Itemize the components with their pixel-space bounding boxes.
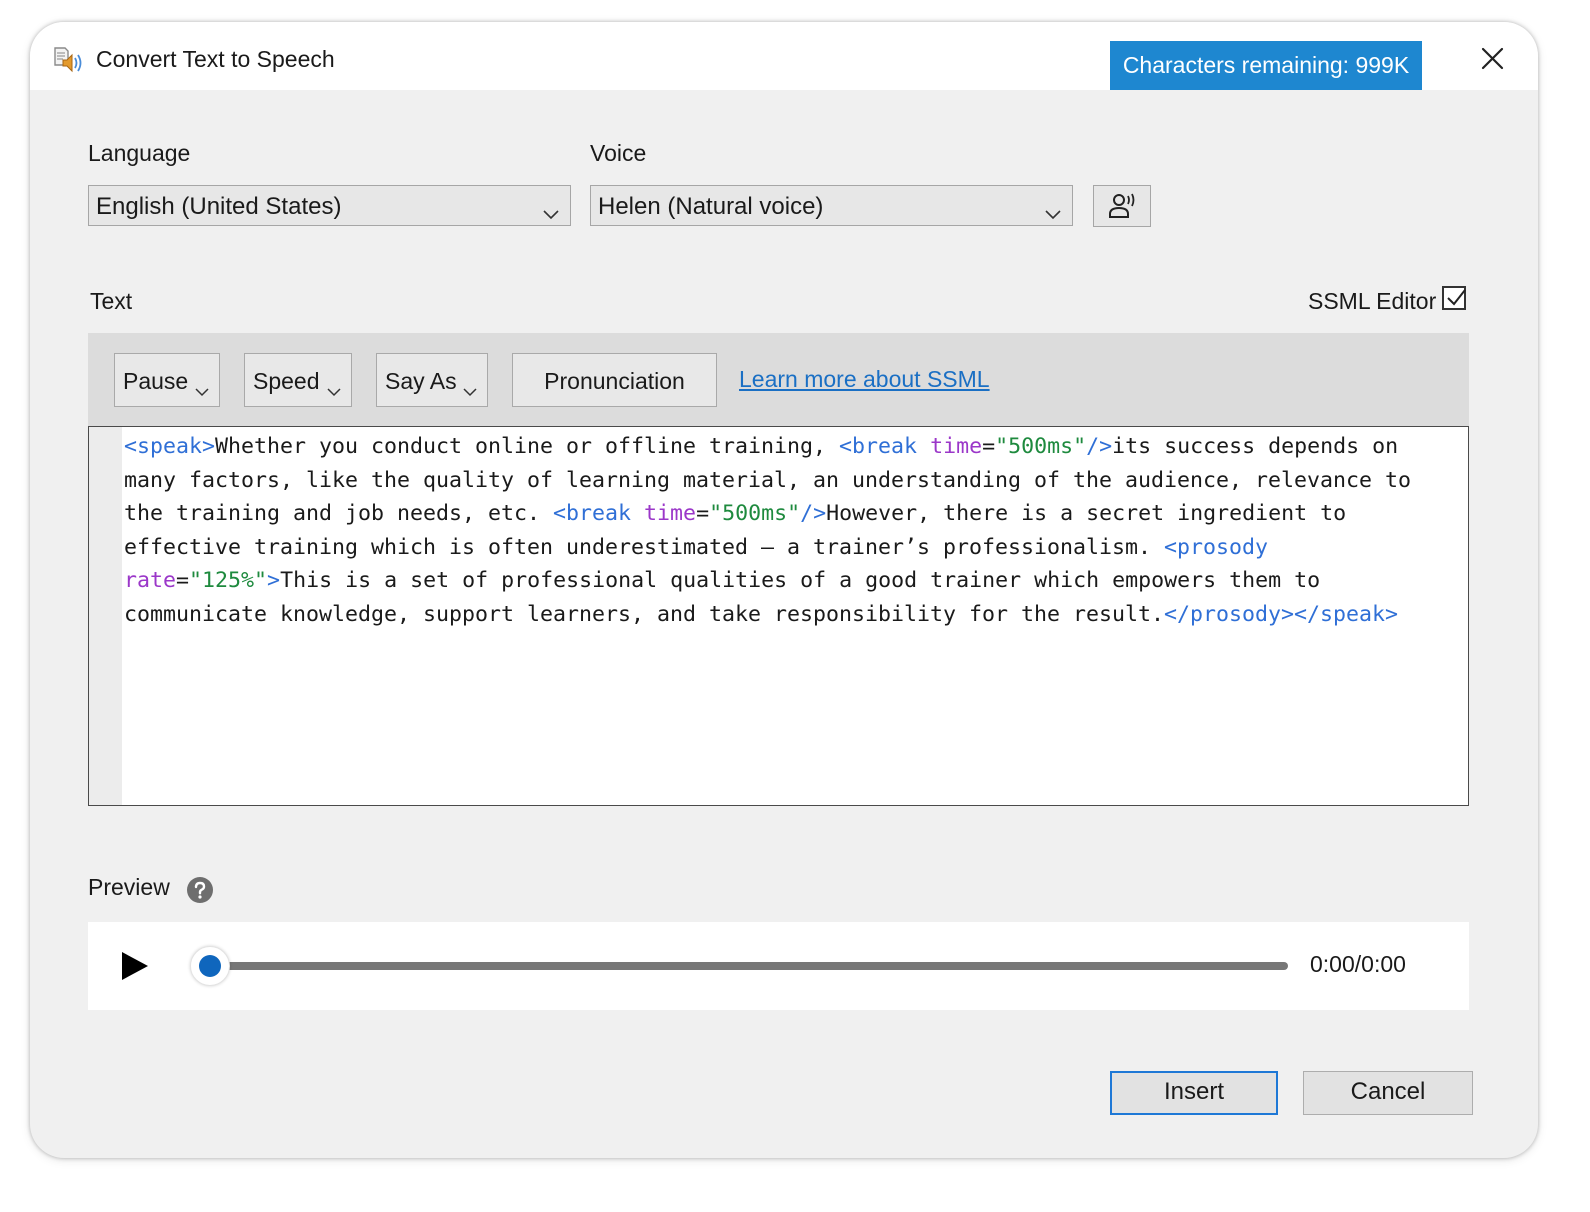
pause-label: Pause [123, 368, 189, 394]
pronunciation-button[interactable]: Pronunciation [512, 353, 717, 407]
play-icon [118, 952, 152, 987]
speaker-icon [52, 44, 86, 74]
play-button[interactable] [118, 949, 152, 983]
close-icon [1470, 40, 1514, 80]
code-token: <break [839, 434, 931, 459]
seek-bar[interactable] [190, 946, 1288, 986]
code-token: time [644, 501, 697, 526]
voice-dropdown[interactable]: Helen (Natural voice) [590, 185, 1073, 226]
chevron-down-icon [1044, 199, 1062, 220]
say-as-dropdown-button[interactable]: Say As [376, 353, 488, 407]
code-token: /> [1086, 434, 1113, 459]
help-icon[interactable] [186, 876, 214, 904]
text-label: Text [90, 288, 133, 314]
pause-dropdown-button[interactable]: Pause [114, 353, 220, 407]
voice-selected: Helen (Natural voice) [598, 193, 824, 220]
chevron-down-icon [195, 376, 209, 397]
insert-button[interactable]: Insert [1110, 1071, 1278, 1115]
code-token: "500ms" [709, 501, 801, 526]
voice-settings-button[interactable] [1093, 185, 1151, 227]
code-token: "500ms" [995, 434, 1087, 459]
chevron-down-icon [463, 376, 477, 397]
code-token: rate [124, 568, 177, 593]
characters-remaining-badge: Characters remaining: 999K [1110, 41, 1422, 90]
code-token: </prosody></speak> [1164, 601, 1399, 627]
tts-dialog: Convert Text to Speech Characters remain… [30, 22, 1538, 1158]
code-token: = [176, 568, 190, 593]
code-token: <prosody [1164, 534, 1282, 560]
cancel-button[interactable]: Cancel [1303, 1071, 1473, 1115]
code-token: Whether you conduct online or offline tr… [215, 434, 840, 459]
code-token: <speak> [124, 434, 216, 459]
code-token: = [982, 434, 996, 459]
window-title: Convert Text to Speech [96, 46, 335, 72]
audio-player: 0:00/0:00 [88, 922, 1469, 1010]
ssml-toolbar: Pause Speed Say As Pronunciation Learn m… [88, 333, 1469, 426]
pronunciation-label: Pronunciation [544, 368, 685, 394]
code-token: "125%" [189, 568, 268, 593]
code-token: <break [553, 501, 645, 526]
chevron-down-icon [327, 376, 341, 397]
speed-label: Speed [253, 368, 320, 394]
editor-gutter [89, 427, 122, 805]
ssml-text-editor[interactable]: <speak>Whether you conduct online or off… [88, 426, 1469, 806]
ssml-editor-label: SSML Editor [1308, 288, 1437, 314]
code-token: = [696, 501, 710, 526]
speed-dropdown-button[interactable]: Speed [244, 353, 352, 407]
language-dropdown[interactable]: English (United States) [88, 185, 571, 226]
time-display: 0:00/0:00 [1310, 951, 1406, 977]
code-token: /> [800, 501, 827, 526]
voice-label: Voice [590, 140, 647, 166]
ssml-code: <speak>Whether you conduct online or off… [124, 430, 1454, 631]
title-bar: Convert Text to Speech Characters remain… [30, 22, 1538, 90]
code-token: > [267, 568, 281, 593]
code-token: This is a set of professional qualities … [124, 568, 1334, 627]
chevron-down-icon [542, 199, 560, 220]
say-as-label: Say As [385, 368, 457, 394]
seek-thumb[interactable] [190, 946, 230, 986]
preview-label: Preview [88, 874, 170, 900]
close-button[interactable] [1470, 40, 1514, 80]
learn-more-ssml-link[interactable]: Learn more about SSML [739, 366, 990, 393]
language-selected: English (United States) [96, 193, 342, 220]
code-token: time [930, 434, 983, 459]
language-label: Language [88, 140, 191, 166]
ssml-editor-checkbox[interactable] [1442, 286, 1466, 310]
